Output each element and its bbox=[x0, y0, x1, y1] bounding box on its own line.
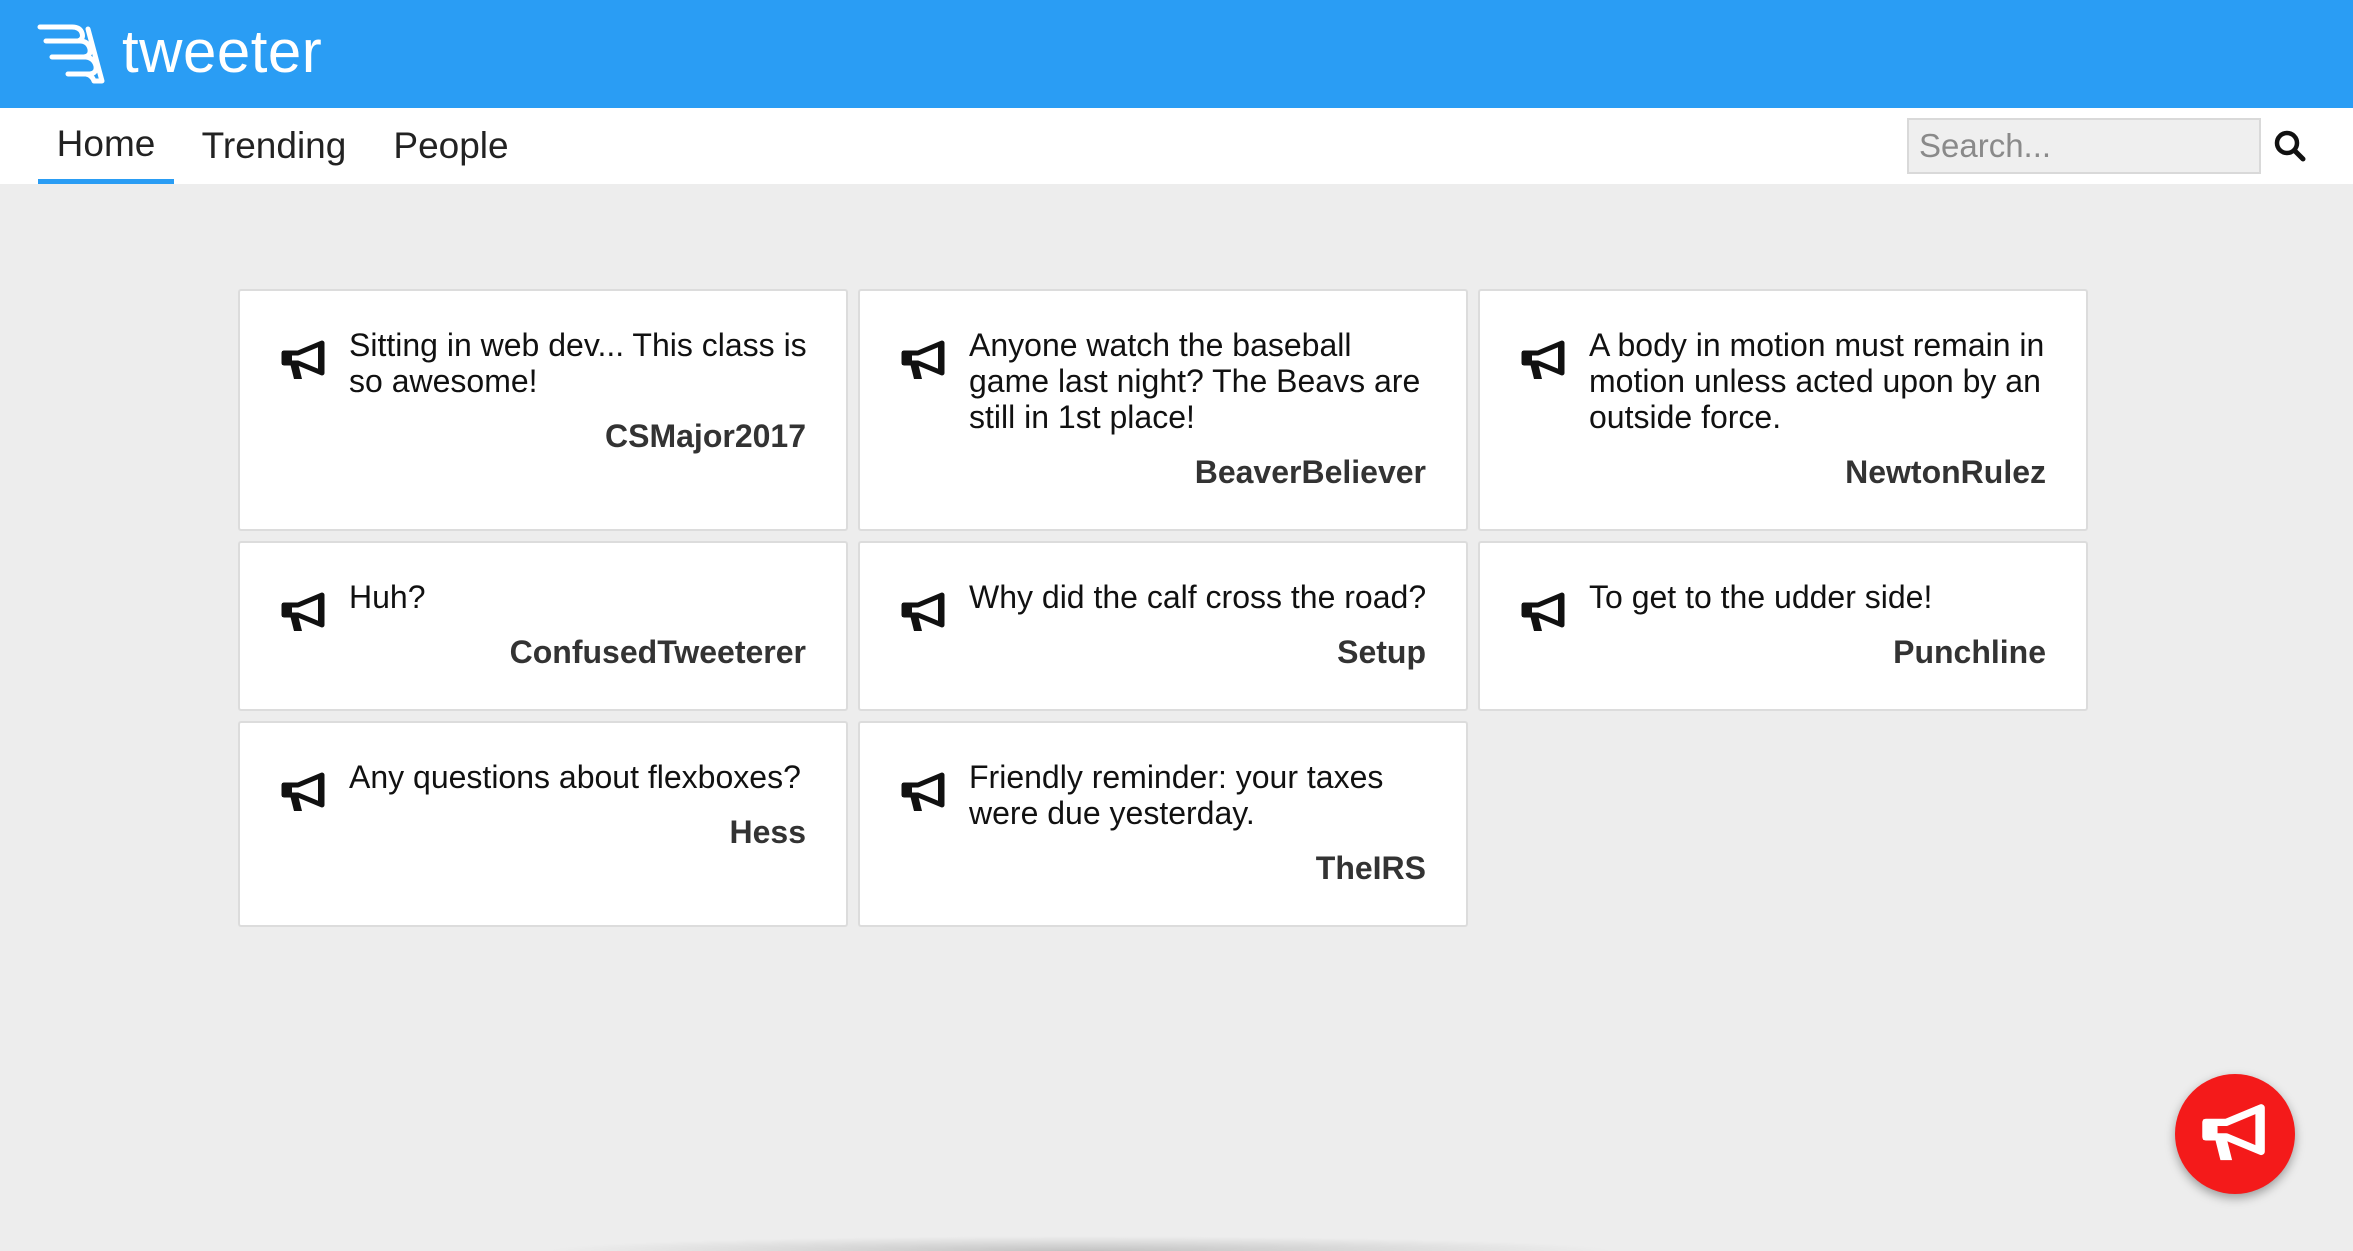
tweet-text: Any questions about flexboxes? bbox=[349, 759, 801, 795]
megaphone-icon bbox=[901, 772, 945, 811]
tweet-author[interactable]: TheIRS bbox=[1316, 850, 1426, 887]
megaphone-icon bbox=[1521, 592, 1565, 631]
tweet-text: Huh? bbox=[349, 579, 426, 615]
tab-home[interactable]: Home bbox=[38, 108, 174, 184]
megaphone-icon bbox=[1521, 340, 1565, 379]
tab-people[interactable]: People bbox=[380, 108, 522, 184]
tweet-card: Huh? ConfusedTweeterer bbox=[238, 541, 848, 711]
app-header: tweeter bbox=[0, 0, 2353, 108]
megaphone-icon bbox=[901, 592, 945, 631]
wing-icon[interactable] bbox=[36, 21, 108, 87]
tweet-card: Anyone watch the baseball game last nigh… bbox=[858, 289, 1468, 531]
tweet-author[interactable]: CSMajor2017 bbox=[605, 418, 806, 455]
tweet-card: Why did the calf cross the road? Setup bbox=[858, 541, 1468, 711]
create-tweet-button[interactable] bbox=[2175, 1074, 2295, 1194]
tweet-text: To get to the udder side! bbox=[1589, 579, 1933, 615]
tweet-card: To get to the udder side! Punchline bbox=[1478, 541, 2088, 711]
tweet-author[interactable]: BeaverBeliever bbox=[1195, 454, 1426, 491]
tweet-text: Why did the calf cross the road? bbox=[969, 579, 1427, 615]
tweet-text: Sitting in web dev... This class is so a… bbox=[349, 327, 807, 399]
megaphone-icon bbox=[281, 592, 325, 631]
search-button[interactable] bbox=[2270, 126, 2310, 166]
tab-trending[interactable]: Trending bbox=[196, 108, 352, 184]
search-icon bbox=[2274, 130, 2306, 162]
megaphone-icon bbox=[281, 772, 325, 811]
tweet-card: Sitting in web dev... This class is so a… bbox=[238, 289, 848, 531]
megaphone-icon bbox=[901, 340, 945, 379]
tweet-author[interactable]: Punchline bbox=[1893, 634, 2046, 671]
navigation-bar: Home Trending People bbox=[0, 108, 2353, 184]
tweet-author[interactable]: ConfusedTweeterer bbox=[510, 634, 806, 671]
tweet-card: A body in motion must remain in motion u… bbox=[1478, 289, 2088, 531]
tweet-author[interactable]: NewtonRulez bbox=[1845, 454, 2046, 491]
tweet-card: Friendly reminder: your taxes were due y… bbox=[858, 721, 1468, 927]
megaphone-icon bbox=[2202, 1104, 2265, 1161]
tweet-text: A body in motion must remain in motion u… bbox=[1589, 327, 2045, 435]
tweet-text: Friendly reminder: your taxes were due y… bbox=[969, 759, 1384, 831]
search-input[interactable] bbox=[1907, 118, 2261, 174]
app-title[interactable]: tweeter bbox=[122, 22, 322, 82]
page-bottom-shadow bbox=[540, 1236, 1620, 1251]
tweet-text: Anyone watch the baseball game last nigh… bbox=[969, 327, 1421, 435]
tweet-author[interactable]: Setup bbox=[1337, 634, 1426, 671]
megaphone-icon bbox=[281, 340, 325, 379]
tweet-card: Any questions about flexboxes? Hess bbox=[238, 721, 848, 927]
tweet-author[interactable]: Hess bbox=[730, 814, 807, 851]
